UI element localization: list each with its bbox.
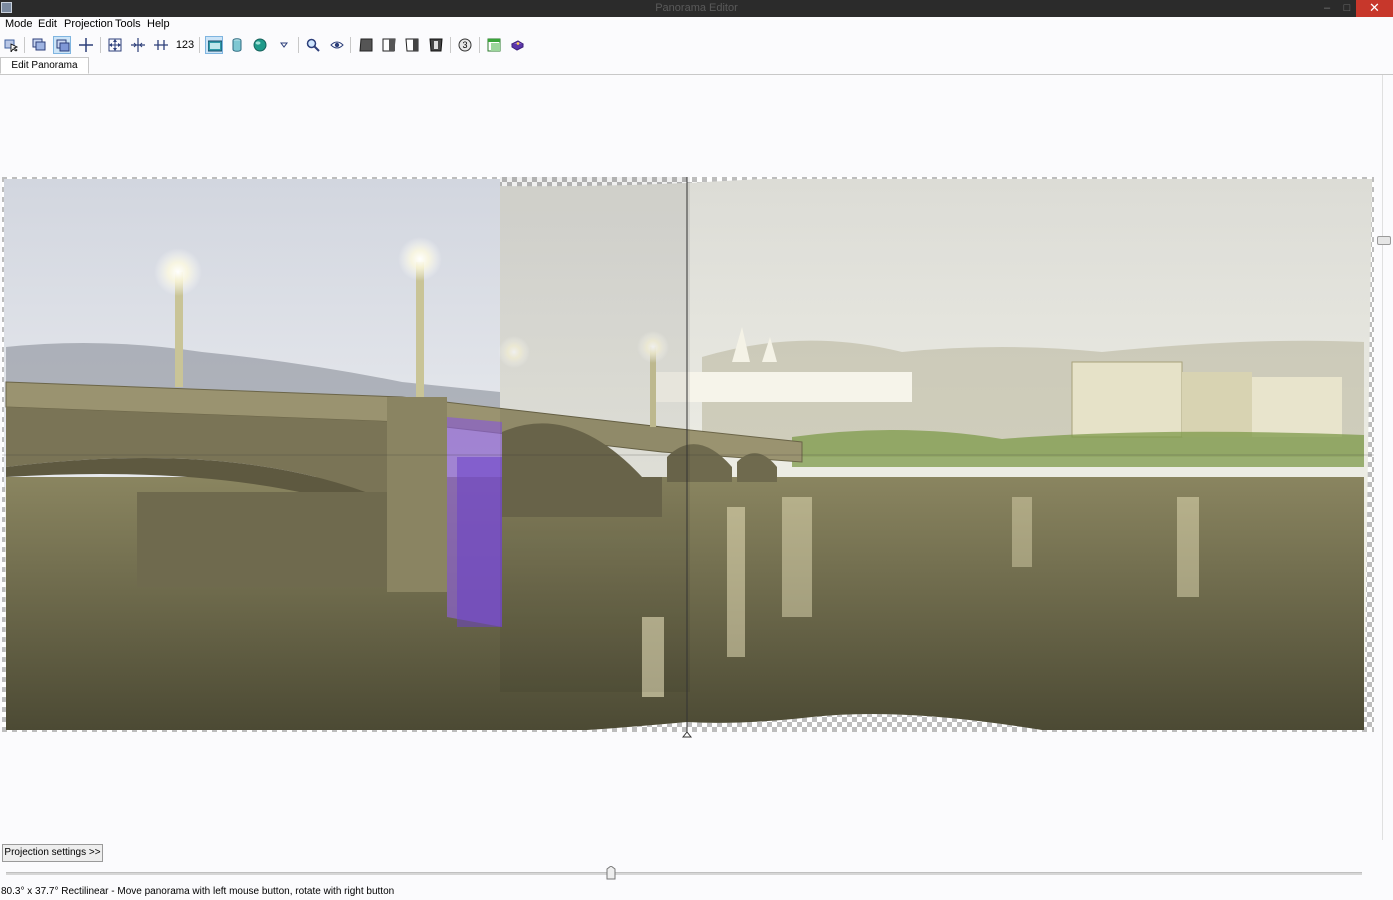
riverbank-trees [792, 429, 1364, 467]
layout-icon[interactable] [485, 36, 503, 54]
rectilinear-icon[interactable] [205, 36, 223, 54]
tab-strip: Edit Panorama [0, 57, 1393, 75]
toolbar-separator [298, 37, 299, 53]
bridge-pier [137, 492, 387, 587]
status-bar: 80.3° x 37.7° Rectilinear - Move panoram… [0, 884, 1393, 900]
light-reflection [1177, 497, 1199, 597]
castle-walls [652, 372, 912, 402]
fit-icon[interactable] [106, 36, 124, 54]
crop-icon[interactable] [77, 36, 95, 54]
blend-left-icon[interactable] [357, 36, 375, 54]
window-title: Panorama Editor [655, 2, 738, 14]
fov-slider-thumb[interactable] [606, 866, 616, 880]
stitch-icon[interactable] [508, 36, 526, 54]
tab-edit-panorama[interactable]: Edit Panorama [0, 57, 89, 74]
toolbar-separator [350, 37, 351, 53]
lamp-glow [398, 237, 442, 281]
menu-edit[interactable]: Edit [38, 18, 57, 30]
light-reflection [1012, 497, 1032, 567]
straighten-icon[interactable] [152, 36, 170, 54]
more-projections-icon[interactable] [275, 36, 293, 54]
title-bar: Panorama Editor – □ ✕ [0, 0, 1393, 17]
images-icon[interactable] [30, 36, 48, 54]
move-drag-icon[interactable] [53, 36, 71, 54]
vertical-scroll-track[interactable] [1382, 75, 1383, 840]
panorama-canvas[interactable] [0, 75, 1393, 845]
light-reflection [727, 507, 745, 657]
lamp-glow [154, 248, 202, 296]
bridge-pier [387, 397, 447, 592]
menu-tools[interactable]: Tools [115, 18, 141, 30]
blend-right-icon[interactable] [403, 36, 421, 54]
vertical-scroll-handle[interactable] [1377, 236, 1391, 245]
cylindrical-icon[interactable] [228, 36, 246, 54]
preview-eye-icon[interactable] [328, 36, 346, 54]
riverside-building [1182, 372, 1252, 437]
light-reflection [782, 497, 812, 617]
toolbar-separator [199, 37, 200, 53]
control-points-icon[interactable]: 3 [456, 36, 474, 54]
fov-slider-track[interactable] [6, 872, 1362, 875]
lamp-post [416, 262, 424, 397]
menu-projection[interactable]: Projection [64, 18, 113, 30]
menu-mode[interactable]: Mode [5, 18, 33, 30]
sphere-icon[interactable] [251, 36, 269, 54]
projection-settings-button[interactable]: Projection settings >> [2, 844, 103, 862]
zoom-icon[interactable] [304, 36, 322, 54]
riverside-building [1252, 377, 1342, 437]
status-text: 80.3° x 37.7° Rectilinear - Move panoram… [1, 886, 395, 897]
control-points-badge: 3 [462, 40, 467, 50]
blend-full-icon[interactable] [427, 36, 445, 54]
toolbar-separator [100, 37, 101, 53]
toolbar-separator [24, 37, 25, 53]
close-button[interactable]: ✕ [1356, 0, 1393, 17]
riverside-building [1071, 361, 1183, 438]
toolbar: 123 3 [0, 33, 1393, 57]
blend-center-icon[interactable] [380, 36, 398, 54]
panorama-preview[interactable] [2, 177, 1374, 742]
purple-reflection [457, 457, 502, 627]
toolbar-separator [479, 37, 480, 53]
center-icon[interactable] [129, 36, 147, 54]
image-overlap [500, 177, 690, 692]
menu-bar: Mode Edit Projection Tools Help [0, 17, 1393, 33]
number-button[interactable]: 123 [174, 36, 196, 54]
menu-help[interactable]: Help [147, 18, 170, 30]
toolbar-separator [450, 37, 451, 53]
select-icon[interactable] [2, 36, 20, 54]
bottom-handle-icon[interactable] [681, 731, 693, 738]
